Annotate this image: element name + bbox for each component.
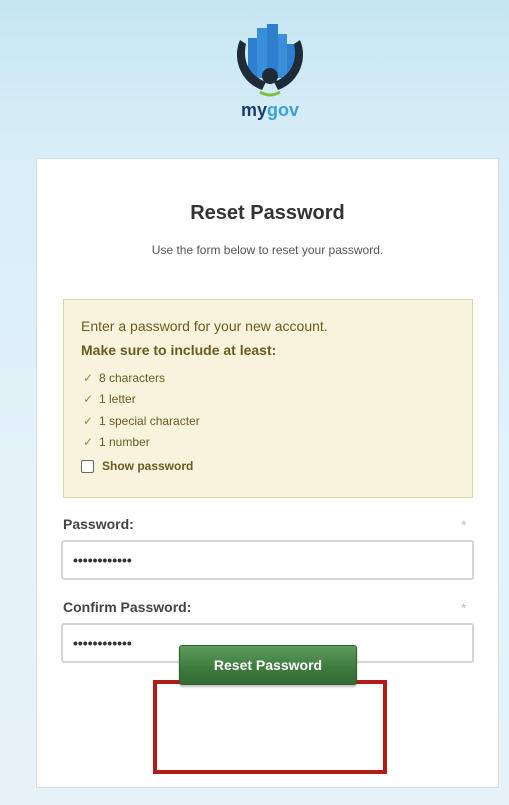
notice-intro: Enter a password for your new account.: [81, 318, 328, 334]
logo-text-my: my: [240, 100, 267, 120]
show-password-label[interactable]: Show password: [102, 459, 193, 473]
reset-password-button[interactable]: Reset Password: [179, 645, 357, 685]
show-password-checkbox[interactable]: [81, 459, 94, 473]
required-marker: *: [461, 517, 467, 533]
requirements-list: ✓ 8 characters ✓ 1 letter ✓ 1 special ch…: [83, 367, 200, 453]
logo: mygov: [226, 18, 314, 124]
password-field[interactable]: ••••••••••••: [61, 540, 474, 580]
requirement-label: 1 letter: [99, 392, 136, 407]
confirm-password-label: Confirm Password:: [63, 599, 192, 615]
check-icon: ✓: [83, 435, 94, 450]
check-icon: ✓: [83, 413, 94, 428]
page-title: Reset Password: [190, 202, 345, 224]
check-icon: ✓: [83, 392, 94, 407]
show-password-toggle[interactable]: Show password: [81, 459, 193, 473]
confirm-password-value: ••••••••••••: [73, 635, 132, 651]
mygov-logo-icon: [236, 24, 304, 97]
highlight-box: [153, 680, 387, 774]
password-requirements-notice: Enter a password for your new account. M…: [63, 299, 473, 498]
list-item: ✓ 8 characters: [83, 367, 200, 389]
list-item: ✓ 1 special character: [83, 410, 200, 432]
requirement-label: 1 special character: [99, 413, 200, 428]
password-value: ••••••••••••: [73, 552, 132, 568]
page-subtitle: Use the form below to reset your passwor…: [151, 243, 384, 257]
requirement-label: 8 characters: [99, 370, 166, 385]
list-item: ✓ 1 letter: [83, 389, 200, 411]
requirement-label: 1 number: [99, 435, 150, 450]
logo-text: mygov: [226, 100, 314, 121]
required-marker: *: [461, 600, 467, 616]
logo-text-gov: gov: [267, 100, 300, 120]
list-item: ✓ 1 number: [83, 432, 200, 454]
notice-requirement-heading: Make sure to include at least:: [81, 342, 277, 358]
password-label: Password:: [63, 516, 134, 532]
check-icon: ✓: [83, 370, 94, 385]
